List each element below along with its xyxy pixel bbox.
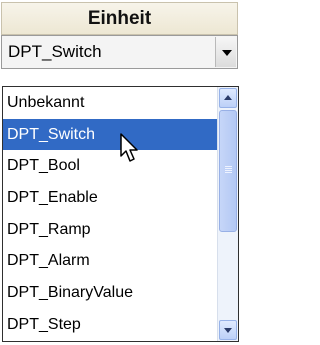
combobox-value: DPT_Switch [8, 42, 102, 61]
list-item[interactable]: DPT_Bool [3, 150, 218, 182]
scroll-down-button[interactable] [219, 320, 237, 340]
chevron-down-icon [222, 50, 232, 56]
list-item[interactable]: DPT_BinaryValue [3, 277, 218, 309]
unit-combobox[interactable]: DPT_Switch [1, 35, 238, 69]
unit-selector: Einheit DPT_Switch Unbekannt DPT_Switch … [0, 0, 241, 345]
grip-icon [225, 166, 232, 174]
column-header-label: Einheit [87, 7, 152, 29]
list-item[interactable]: DPT_Alarm [3, 245, 218, 277]
list-item[interactable]: Unbekannt [3, 87, 218, 119]
vertical-scrollbar[interactable] [217, 87, 238, 341]
scroll-up-icon [224, 95, 232, 100]
dropdown-items: Unbekannt DPT_Switch DPT_Bool DPT_Enable… [3, 87, 218, 341]
column-header: Einheit [1, 2, 238, 35]
scroll-up-button[interactable] [219, 88, 237, 108]
list-item[interactable]: DPT_Enable [3, 182, 218, 214]
combobox-dropdown-button[interactable] [215, 37, 236, 67]
dropdown-list[interactable]: Unbekannt DPT_Switch DPT_Bool DPT_Enable… [2, 86, 239, 342]
list-item-selected[interactable]: DPT_Switch [3, 118, 218, 151]
scroll-down-icon [224, 328, 232, 333]
scrollbar-thumb[interactable] [219, 110, 237, 232]
list-item[interactable]: DPT_Ramp [3, 214, 218, 246]
list-item[interactable]: DPT_Step [3, 309, 218, 341]
